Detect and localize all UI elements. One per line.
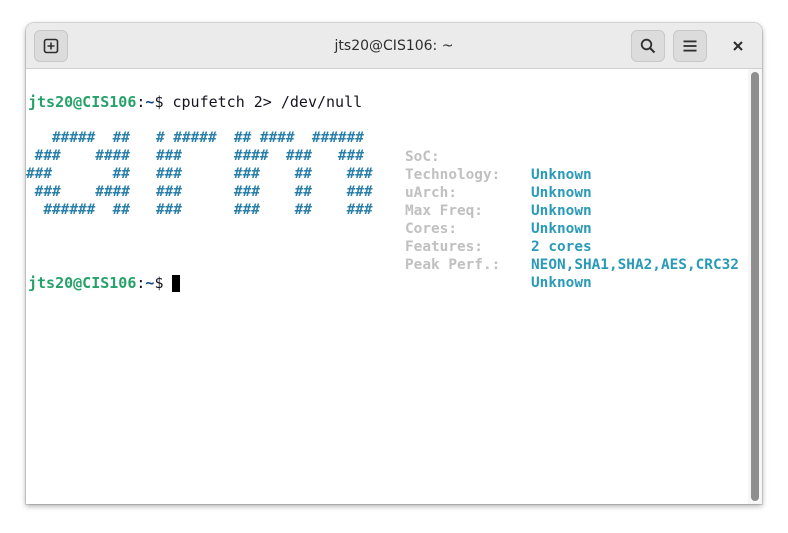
ascii-art-line: ### ## ### ### ## ### [26,166,373,182]
terminal-output[interactable]: jts20@CIS106:~$ cpufetch 2> /dev/null ##… [26,69,748,504]
info-value: Unknown [531,221,592,237]
prompt-symbol: $ [154,93,173,111]
info-row-soc: SoC: Unknown [405,130,592,183]
vertical-scrollbar[interactable] [748,69,762,504]
ascii-art-line: ###### ## ### ### ## ### [26,202,373,218]
info-row-technology: Technology: Unknown [405,148,592,201]
info-value: 2 cores [531,239,592,255]
info-value: NEON,SHA1,SHA2,AES,CRC32 [531,257,739,273]
info-value: Unknown [531,185,592,201]
prompt-symbol: $ [154,274,173,292]
text-cursor [172,275,180,292]
hamburger-menu-icon [682,38,698,54]
prompt-user: jts20@CIS106 [28,93,137,111]
ascii-art-line: ### #### ### ### ## ### [26,184,373,200]
terminal-window: jts20@CIS106: ~ jts20@CIS106:~$ cpufetch… [26,23,762,504]
prompt-line-2: jts20@CIS106:~$ [28,274,173,292]
search-icon [640,38,656,54]
info-row-uarch: uArch: Unknown [405,166,592,219]
info-value: Unknown [531,203,592,219]
menu-button[interactable] [673,30,707,62]
info-row-max-freq: Max Freq: Unknown [405,184,592,237]
info-value: Unknown [531,167,592,183]
new-tab-button[interactable] [34,30,68,62]
command-text: cpufetch 2> /dev/null [172,93,363,111]
ascii-art-line: ##### ## # ##### ## #### ###### [26,130,364,146]
close-button[interactable] [722,30,754,62]
header-bar: jts20@CIS106: ~ [26,23,762,69]
info-row-features: Features: NEON,SHA1,SHA2,AES,CRC32 [405,220,739,273]
prompt-user: jts20@CIS106 [28,274,137,292]
scrollbar-thumb[interactable] [751,72,759,501]
search-button[interactable] [631,30,665,62]
info-label: Peak Perf.: [405,257,501,273]
info-row-cores: Cores: 2 cores [405,202,592,255]
new-tab-icon [43,38,59,54]
ascii-art-line: ### #### ### #### ### ### [26,148,364,164]
info-row-peak-perf: Peak Perf.: Unknown [405,238,592,291]
close-icon [732,37,744,56]
info-value: Unknown [531,275,592,291]
prompt-line-1: jts20@CIS106:~$ cpufetch 2> /dev/null [28,93,362,111]
